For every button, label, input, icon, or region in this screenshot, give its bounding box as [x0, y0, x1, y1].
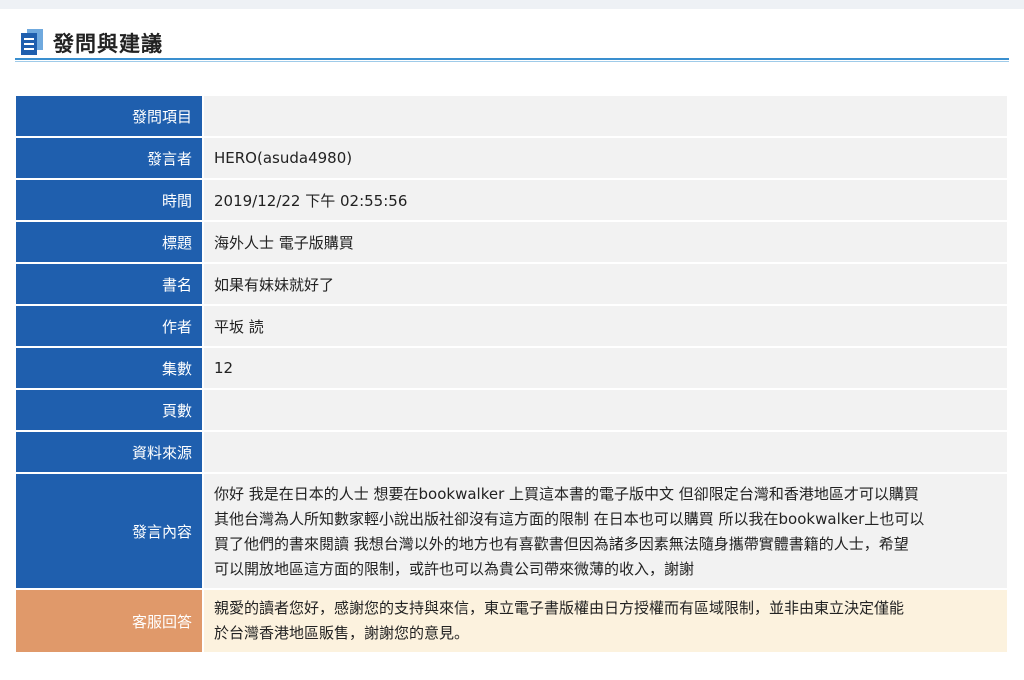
- value-poster: HERO(asuda4980): [204, 138, 1007, 178]
- content-line: 你好 我是在日本的人士 想要在bookwalker 上買這本書的電子版中文 但卻…: [214, 485, 919, 503]
- row-poster: 發言者 HERO(asuda4980): [16, 138, 1007, 178]
- page-title: 發問與建議: [53, 32, 163, 56]
- row-book-title: 書名 如果有妹妹就好了: [16, 264, 1007, 304]
- row-volume: 集數 12: [16, 348, 1007, 388]
- value-pages: [204, 390, 1007, 430]
- value-time: 2019/12/22 下午 02:55:56: [204, 180, 1007, 220]
- label-question-item: 發問項目: [16, 96, 202, 136]
- row-content: 發言內容 你好 我是在日本的人士 想要在bookwalker 上買這本書的電子版…: [16, 474, 1007, 588]
- question-detail-table: 發問項目 發言者 HERO(asuda4980) 時間 2019/12/22 下…: [16, 96, 1007, 654]
- value-book-title: 如果有妹妹就好了: [204, 264, 1007, 304]
- row-pages: 頁數: [16, 390, 1007, 430]
- value-subject: 海外人士 電子版購買: [204, 222, 1007, 262]
- row-time: 時間 2019/12/22 下午 02:55:56: [16, 180, 1007, 220]
- label-reply: 客服回答: [16, 590, 202, 652]
- document-icon: [21, 29, 43, 55]
- row-author: 作者 平坂 読: [16, 306, 1007, 346]
- row-subject: 標題 海外人士 電子版購買: [16, 222, 1007, 262]
- value-author: 平坂 読: [204, 306, 1007, 346]
- label-pages: 頁數: [16, 390, 202, 430]
- section-header: 發問與建議: [15, 26, 1009, 62]
- value-source: [204, 432, 1007, 472]
- row-source: 資料來源: [16, 432, 1007, 472]
- top-bar: [0, 0, 1024, 9]
- reply-line: 親愛的讀者您好，感謝您的支持與來信，東立電子書版權由日方授權而有區域限制，並非由…: [214, 599, 905, 617]
- row-reply: 客服回答 親愛的讀者您好，感謝您的支持與來信，東立電子書版權由日方授權而有區域限…: [16, 590, 1007, 652]
- value-content: 你好 我是在日本的人士 想要在bookwalker 上買這本書的電子版中文 但卻…: [204, 474, 1007, 588]
- label-subject: 標題: [16, 222, 202, 262]
- row-question-item: 發問項目: [16, 96, 1007, 136]
- title-rule: [15, 58, 1009, 60]
- label-book-title: 書名: [16, 264, 202, 304]
- label-volume: 集數: [16, 348, 202, 388]
- content-line: 可以開放地區這方面的限制，或許也可以為貴公司帶來微薄的收入，謝謝: [214, 560, 695, 578]
- label-author: 作者: [16, 306, 202, 346]
- label-content: 發言內容: [16, 474, 202, 588]
- value-volume: 12: [204, 348, 1007, 388]
- content-line: 買了他們的書來閱讀 我想台灣以外的地方也有喜歡書但因為諸多因素無法隨身攜帶實體書…: [214, 535, 909, 553]
- title-rule-secondary: [15, 61, 1009, 62]
- label-source: 資料來源: [16, 432, 202, 472]
- reply-line: 於台灣香港地區販售，謝謝您的意見。: [214, 624, 470, 642]
- label-poster: 發言者: [16, 138, 202, 178]
- label-time: 時間: [16, 180, 202, 220]
- content-line: 其他台灣為人所知數家輕小說出版社卻沒有這方面的限制 在日本也可以購買 所以我在b…: [214, 510, 925, 528]
- value-question-item: [204, 96, 1007, 136]
- value-reply: 親愛的讀者您好，感謝您的支持與來信，東立電子書版權由日方授權而有區域限制，並非由…: [204, 590, 1007, 652]
